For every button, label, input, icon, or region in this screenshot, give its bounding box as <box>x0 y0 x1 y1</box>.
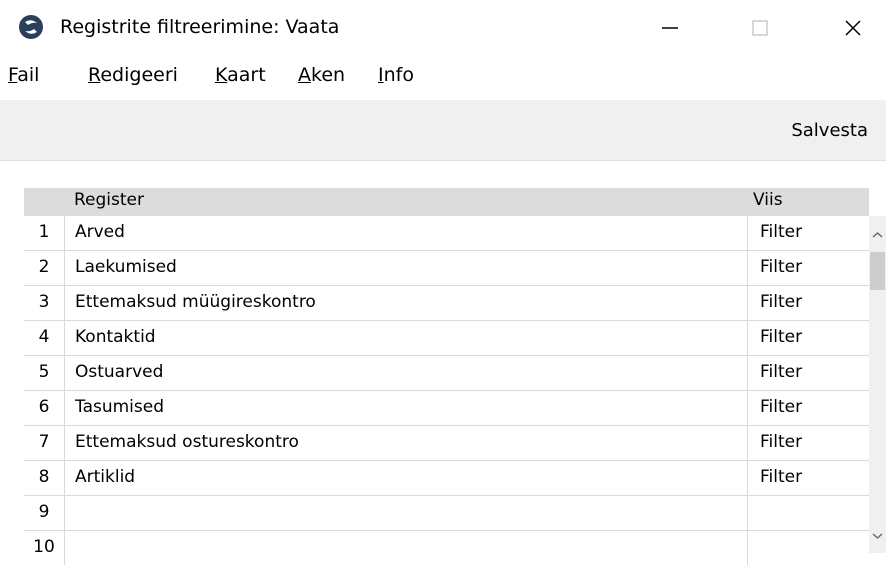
menu-redigeeri[interactable]: Redigeeri <box>88 64 178 86</box>
row-number: 9 <box>38 502 50 522</box>
menu-kaart[interactable]: Kaart <box>215 64 266 86</box>
register-cell[interactable]: Arved <box>64 216 748 250</box>
row-number: 1 <box>38 222 50 242</box>
menu-bar: Fail Redigeeri Kaart Aken Info <box>0 62 886 94</box>
viis-cell[interactable]: Filter <box>760 362 802 382</box>
register-text: Ostuarved <box>75 362 164 382</box>
viis-cell[interactable]: Filter <box>760 292 802 312</box>
row-number: 5 <box>38 362 50 382</box>
viis-cell[interactable]: Filter <box>760 432 802 452</box>
grid-header: Register Viis <box>24 188 869 216</box>
window-title: Registrite filtreerimine: Vaata <box>60 16 340 38</box>
title-bar: Registrite filtreerimine: Vaata <box>0 0 886 56</box>
column-header-register[interactable]: Register <box>74 190 144 210</box>
register-text: Laekumised <box>75 257 177 277</box>
register-text: Ettemaksud ostureskontro <box>75 432 299 452</box>
row-number: 7 <box>38 432 50 452</box>
minimize-icon <box>662 27 678 29</box>
row-number: 4 <box>38 327 50 347</box>
register-grid: Register Viis 1 Arved Filter 2 Laekumise… <box>24 188 886 565</box>
viis-cell[interactable]: Filter <box>760 327 802 347</box>
row-number: 10 <box>33 537 55 557</box>
row-number: 6 <box>38 397 50 417</box>
register-cell[interactable]: Ettemaksud ostureskontro <box>64 426 748 460</box>
register-text: Arved <box>75 222 125 242</box>
table-row[interactable]: 10 <box>24 531 869 565</box>
table-row[interactable]: 9 <box>24 496 869 531</box>
menu-fail[interactable]: Fail <box>8 64 39 86</box>
table-row[interactable]: 7 Ettemaksud ostureskontro Filter <box>24 426 869 461</box>
toolbar: Salvesta <box>0 100 886 161</box>
table-row[interactable]: 2 Laekumised Filter <box>24 251 869 286</box>
menu-mnemonic: A <box>298 64 311 86</box>
app-logo-icon <box>19 15 43 39</box>
table-row[interactable]: 4 Kontaktid Filter <box>24 321 869 356</box>
register-cell[interactable]: Ettemaksud müügireskontro <box>64 286 748 320</box>
menu-mnemonic: K <box>215 64 228 86</box>
viis-cell[interactable]: Filter <box>760 467 802 487</box>
maximize-button[interactable] <box>737 8 783 48</box>
scroll-thumb[interactable] <box>870 252 885 290</box>
row-number: 8 <box>38 467 50 487</box>
table-row[interactable]: 5 Ostuarved Filter <box>24 356 869 391</box>
register-cell[interactable]: Kontaktid <box>64 321 748 355</box>
table-row[interactable]: 6 Tasumised Filter <box>24 391 869 426</box>
register-text: Tasumised <box>75 397 165 417</box>
register-cell[interactable]: Artiklid <box>64 461 748 495</box>
register-text: Kontaktid <box>75 327 156 347</box>
register-cell[interactable] <box>64 531 748 565</box>
table-row[interactable]: 3 Ettemaksud müügireskontro Filter <box>24 286 869 321</box>
register-text: Artiklid <box>75 467 136 487</box>
column-header-viis[interactable]: Viis <box>753 190 783 210</box>
menu-label: edigeeri <box>100 64 178 86</box>
viis-cell[interactable]: Filter <box>760 222 802 242</box>
scroll-up-arrow-icon[interactable] <box>869 228 886 242</box>
menu-mnemonic: F <box>8 64 18 86</box>
row-number: 3 <box>38 292 50 312</box>
scroll-down-arrow-icon[interactable] <box>869 529 886 543</box>
table-row[interactable]: 8 Artiklid Filter <box>24 461 869 496</box>
menu-label: ail <box>17 64 40 86</box>
register-cell[interactable]: Laekumised <box>64 251 748 285</box>
menu-info[interactable]: Info <box>378 64 414 86</box>
register-text: Ettemaksud müügireskontro <box>75 292 316 312</box>
save-button[interactable]: Salvesta <box>791 120 868 141</box>
close-button[interactable] <box>830 8 876 48</box>
table-row[interactable]: 1 Arved Filter <box>24 216 869 251</box>
menu-mnemonic: R <box>88 64 101 86</box>
menu-aken[interactable]: Aken <box>298 64 345 86</box>
menu-label: nfo <box>383 64 414 86</box>
register-cell[interactable] <box>64 496 748 530</box>
register-cell[interactable]: Ostuarved <box>64 356 748 390</box>
vertical-scrollbar[interactable] <box>869 216 886 553</box>
viis-cell[interactable]: Filter <box>760 257 802 277</box>
viis-cell[interactable]: Filter <box>760 397 802 417</box>
menu-label: aart <box>227 64 266 86</box>
minimize-button[interactable] <box>647 8 693 48</box>
row-number: 2 <box>38 257 50 277</box>
menu-label: ken <box>311 64 346 86</box>
close-icon <box>845 20 861 36</box>
maximize-icon <box>752 20 768 36</box>
register-cell[interactable]: Tasumised <box>64 391 748 425</box>
